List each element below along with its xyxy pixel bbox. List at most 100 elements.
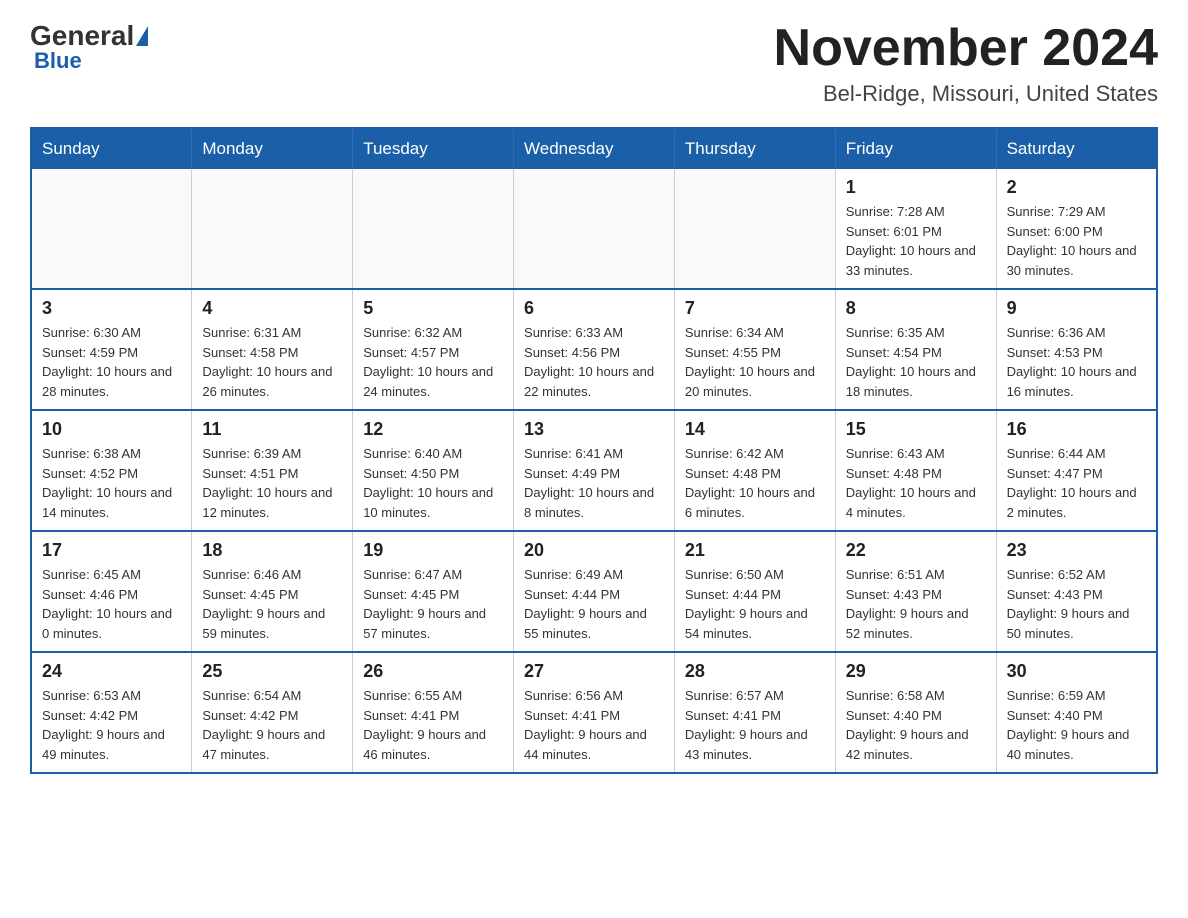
table-row: 17 Sunrise: 6:45 AMSunset: 4:46 PMDayligh… (31, 531, 192, 652)
day-number: 26 (363, 661, 503, 682)
calendar-header-row: Sunday Monday Tuesday Wednesday Thursday… (31, 128, 1157, 169)
header-friday: Friday (835, 128, 996, 169)
table-row: 11 Sunrise: 6:39 AMSunset: 4:51 PMDayligh… (192, 410, 353, 531)
calendar-week-row: 1 Sunrise: 7:28 AMSunset: 6:01 PMDaylight… (31, 169, 1157, 289)
table-row (31, 169, 192, 289)
table-row: 2 Sunrise: 7:29 AMSunset: 6:00 PMDaylight… (996, 169, 1157, 289)
day-info: Sunrise: 6:32 AMSunset: 4:57 PMDaylight:… (363, 323, 503, 401)
table-row: 18Sunrise: 6:46 AMSunset: 4:45 PMDayligh… (192, 531, 353, 652)
table-row: 30Sunrise: 6:59 AMSunset: 4:40 PMDayligh… (996, 652, 1157, 773)
logo-blue-text: Blue (30, 48, 82, 74)
day-number: 1 (846, 177, 986, 198)
header-sunday: Sunday (31, 128, 192, 169)
table-row: 1 Sunrise: 7:28 AMSunset: 6:01 PMDaylight… (835, 169, 996, 289)
day-info: Sunrise: 6:34 AMSunset: 4:55 PMDaylight:… (685, 323, 825, 401)
day-number: 4 (202, 298, 342, 319)
day-info: Sunrise: 6:43 AMSunset: 4:48 PMDaylight:… (846, 444, 986, 522)
day-number: 5 (363, 298, 503, 319)
header: General Blue November 2024 Bel-Ridge, Mi… (30, 20, 1158, 107)
day-number: 7 (685, 298, 825, 319)
day-info: Sunrise: 7:28 AMSunset: 6:01 PMDaylight:… (846, 202, 986, 280)
day-number: 12 (363, 419, 503, 440)
day-info: Sunrise: 6:36 AMSunset: 4:53 PMDaylight:… (1007, 323, 1146, 401)
calendar-table: Sunday Monday Tuesday Wednesday Thursday… (30, 127, 1158, 774)
table-row: 12 Sunrise: 6:40 AMSunset: 4:50 PMDayligh… (353, 410, 514, 531)
table-row: 10Sunrise: 6:38 AMSunset: 4:52 PMDayligh… (31, 410, 192, 531)
day-number: 11 (202, 419, 342, 440)
table-row: 16Sunrise: 6:44 AMSunset: 4:47 PMDayligh… (996, 410, 1157, 531)
calendar-week-row: 24 Sunrise: 6:53 AMSunset: 4:42 PMDayligh… (31, 652, 1157, 773)
calendar-week-row: 3 Sunrise: 6:30 AMSunset: 4:59 PMDaylight… (31, 289, 1157, 410)
logo: General Blue (30, 20, 150, 74)
day-info: Sunrise: 6:39 AMSunset: 4:51 PMDaylight:… (202, 444, 342, 522)
day-info: Sunrise: 6:57 AMSunset: 4:41 PMDaylight:… (685, 686, 825, 764)
table-row: 6Sunrise: 6:33 AMSunset: 4:56 PMDaylight… (514, 289, 675, 410)
table-row: 24 Sunrise: 6:53 AMSunset: 4:42 PMDayligh… (31, 652, 192, 773)
logo-triangle-icon (136, 26, 148, 46)
table-row: 15 Sunrise: 6:43 AMSunset: 4:48 PMDayligh… (835, 410, 996, 531)
day-number: 13 (524, 419, 664, 440)
day-number: 17 (42, 540, 181, 561)
day-info: Sunrise: 6:59 AMSunset: 4:40 PMDaylight:… (1007, 686, 1146, 764)
table-row: 5 Sunrise: 6:32 AMSunset: 4:57 PMDaylight… (353, 289, 514, 410)
table-row (353, 169, 514, 289)
day-number: 10 (42, 419, 181, 440)
table-row: 29 Sunrise: 6:58 AMSunset: 4:40 PMDayligh… (835, 652, 996, 773)
table-row: 7 Sunrise: 6:34 AMSunset: 4:55 PMDaylight… (674, 289, 835, 410)
table-row: 21 Sunrise: 6:50 AMSunset: 4:44 PMDayligh… (674, 531, 835, 652)
table-row: 14Sunrise: 6:42 AMSunset: 4:48 PMDayligh… (674, 410, 835, 531)
day-number: 20 (524, 540, 664, 561)
day-info: Sunrise: 6:40 AMSunset: 4:50 PMDaylight:… (363, 444, 503, 522)
day-info: Sunrise: 6:53 AMSunset: 4:42 PMDaylight:… (42, 686, 181, 764)
day-number: 23 (1007, 540, 1146, 561)
table-row: 4 Sunrise: 6:31 AMSunset: 4:58 PMDaylight… (192, 289, 353, 410)
table-row (514, 169, 675, 289)
day-number: 8 (846, 298, 986, 319)
table-row: 3 Sunrise: 6:30 AMSunset: 4:59 PMDaylight… (31, 289, 192, 410)
day-number: 9 (1007, 298, 1146, 319)
day-info: Sunrise: 6:51 AMSunset: 4:43 PMDaylight:… (846, 565, 986, 643)
table-row: 25Sunrise: 6:54 AMSunset: 4:42 PMDayligh… (192, 652, 353, 773)
table-row: 13 Sunrise: 6:41 AMSunset: 4:49 PMDayligh… (514, 410, 675, 531)
location-title: Bel-Ridge, Missouri, United States (774, 81, 1158, 107)
header-wednesday: Wednesday (514, 128, 675, 169)
table-row: 8Sunrise: 6:35 AMSunset: 4:54 PMDaylight… (835, 289, 996, 410)
day-number: 3 (42, 298, 181, 319)
header-monday: Monday (192, 128, 353, 169)
day-number: 14 (685, 419, 825, 440)
day-info: Sunrise: 6:41 AMSunset: 4:49 PMDaylight:… (524, 444, 664, 522)
table-row: 28 Sunrise: 6:57 AMSunset: 4:41 PMDayligh… (674, 652, 835, 773)
day-info: Sunrise: 6:56 AMSunset: 4:41 PMDaylight:… (524, 686, 664, 764)
table-row: 20 Sunrise: 6:49 AMSunset: 4:44 PMDayligh… (514, 531, 675, 652)
day-info: Sunrise: 7:29 AMSunset: 6:00 PMDaylight:… (1007, 202, 1146, 280)
table-row: 27 Sunrise: 6:56 AMSunset: 4:41 PMDayligh… (514, 652, 675, 773)
day-info: Sunrise: 6:52 AMSunset: 4:43 PMDaylight:… (1007, 565, 1146, 643)
table-row: 19Sunrise: 6:47 AMSunset: 4:45 PMDayligh… (353, 531, 514, 652)
day-number: 2 (1007, 177, 1146, 198)
header-tuesday: Tuesday (353, 128, 514, 169)
table-row: 22Sunrise: 6:51 AMSunset: 4:43 PMDayligh… (835, 531, 996, 652)
day-number: 28 (685, 661, 825, 682)
day-info: Sunrise: 6:49 AMSunset: 4:44 PMDaylight:… (524, 565, 664, 643)
month-title: November 2024 (774, 20, 1158, 77)
day-info: Sunrise: 6:58 AMSunset: 4:40 PMDaylight:… (846, 686, 986, 764)
day-number: 27 (524, 661, 664, 682)
table-row: 9 Sunrise: 6:36 AMSunset: 4:53 PMDaylight… (996, 289, 1157, 410)
day-number: 25 (202, 661, 342, 682)
day-info: Sunrise: 6:31 AMSunset: 4:58 PMDaylight:… (202, 323, 342, 401)
day-info: Sunrise: 6:33 AMSunset: 4:56 PMDaylight:… (524, 323, 664, 401)
day-info: Sunrise: 6:45 AMSunset: 4:46 PMDaylight:… (42, 565, 181, 643)
day-info: Sunrise: 6:50 AMSunset: 4:44 PMDaylight:… (685, 565, 825, 643)
day-number: 29 (846, 661, 986, 682)
day-number: 24 (42, 661, 181, 682)
table-row: 26Sunrise: 6:55 AMSunset: 4:41 PMDayligh… (353, 652, 514, 773)
day-number: 15 (846, 419, 986, 440)
day-info: Sunrise: 6:44 AMSunset: 4:47 PMDaylight:… (1007, 444, 1146, 522)
day-number: 21 (685, 540, 825, 561)
calendar-week-row: 17 Sunrise: 6:45 AMSunset: 4:46 PMDayligh… (31, 531, 1157, 652)
day-info: Sunrise: 6:30 AMSunset: 4:59 PMDaylight:… (42, 323, 181, 401)
day-number: 18 (202, 540, 342, 561)
day-number: 19 (363, 540, 503, 561)
calendar-week-row: 10Sunrise: 6:38 AMSunset: 4:52 PMDayligh… (31, 410, 1157, 531)
header-saturday: Saturday (996, 128, 1157, 169)
